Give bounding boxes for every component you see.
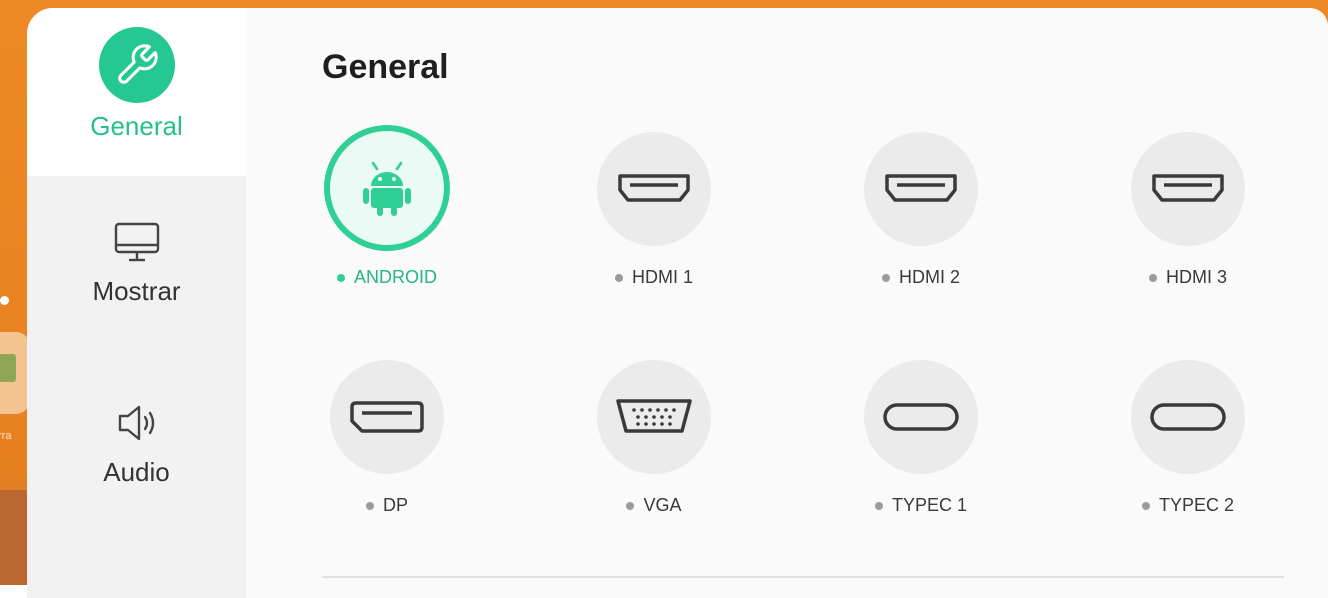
status-dot bbox=[1141, 501, 1150, 510]
source-label: HDMI 1 bbox=[631, 267, 693, 287]
displayport-icon bbox=[350, 401, 424, 433]
status-dot bbox=[614, 273, 623, 282]
speaker-icon bbox=[118, 405, 154, 441]
app-shortcut-label: rra bbox=[0, 430, 12, 442]
status-dot bbox=[1148, 273, 1157, 282]
hdmi-icon bbox=[1152, 174, 1224, 202]
android-icon bbox=[363, 161, 411, 216]
source-label: VGA bbox=[643, 495, 682, 515]
status-dot bbox=[365, 501, 374, 510]
source-label: HDMI 3 bbox=[1165, 267, 1227, 287]
page-title: General bbox=[322, 48, 449, 86]
settings-panel: General Mostrar Audio General ANDROID HD… bbox=[27, 8, 1328, 598]
status-dot bbox=[881, 273, 890, 282]
status-dot bbox=[626, 501, 635, 510]
page-indicator-dot bbox=[0, 296, 9, 305]
app-icon bbox=[0, 354, 16, 382]
status-dot bbox=[874, 501, 883, 510]
hdmi-icon bbox=[885, 174, 957, 202]
usb-c-icon bbox=[1150, 403, 1226, 431]
usb-c-icon bbox=[883, 403, 959, 431]
source-label: DP bbox=[382, 495, 408, 515]
sidebar-item-label: General bbox=[90, 111, 183, 141]
wrench-icon bbox=[98, 27, 175, 103]
divider bbox=[322, 576, 1284, 578]
sidebar-item-mostrar[interactable]: Mostrar bbox=[27, 220, 246, 307]
settings-sidebar: General Mostrar Audio bbox=[27, 8, 246, 598]
sidebar-item-general[interactable]: General bbox=[27, 8, 246, 176]
hdmi-icon bbox=[618, 174, 690, 202]
source-label: HDMI 2 bbox=[898, 267, 960, 287]
monitor-icon bbox=[114, 222, 159, 262]
sidebar-item-label: Audio bbox=[103, 457, 170, 487]
sidebar-item-label: Mostrar bbox=[92, 276, 181, 306]
sidebar-item-audio[interactable]: Audio bbox=[27, 401, 246, 488]
status-dot bbox=[336, 273, 345, 282]
main-content: General ANDROID HDMI 1 HDMI 2 HDMI 3 DP … bbox=[246, 8, 1328, 598]
source-label: ANDROID bbox=[353, 267, 437, 287]
vga-icon bbox=[616, 399, 692, 433]
app-shortcut[interactable] bbox=[0, 332, 30, 414]
source-label: TYPEC 1 bbox=[891, 495, 968, 515]
source-label: TYPEC 2 bbox=[1158, 495, 1235, 515]
background-strip bbox=[0, 490, 30, 585]
